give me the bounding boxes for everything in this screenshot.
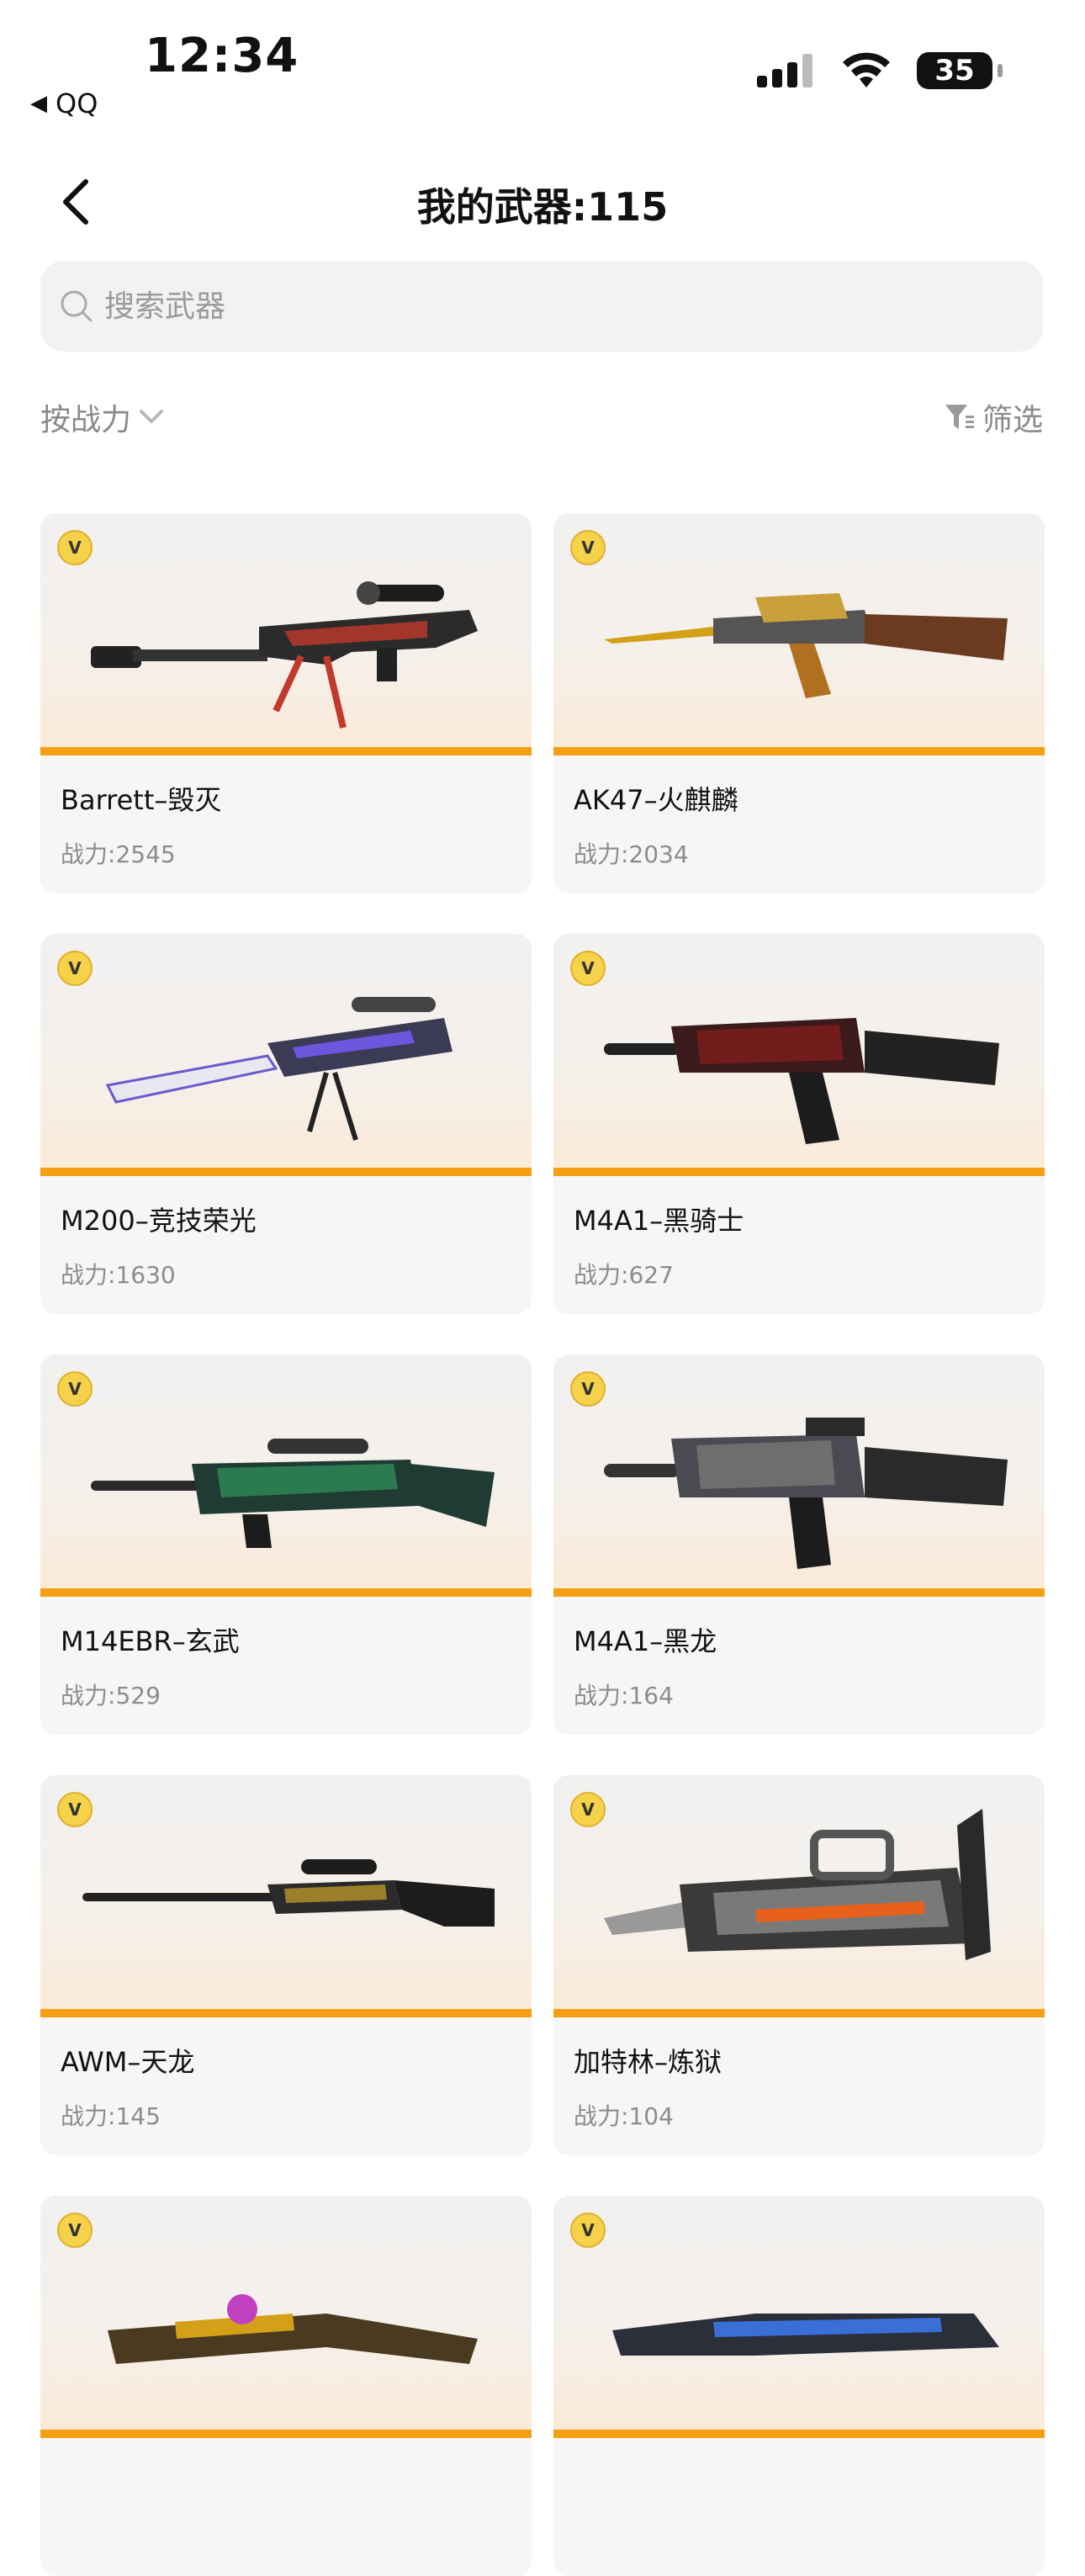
assault-rifle-image [604, 1418, 1008, 1569]
weapon-power: 战力:164 [574, 1682, 674, 1709]
weapon-image-area: V [40, 934, 532, 1176]
weapon-power: 战力:2545 [61, 840, 176, 868]
weapon-image-area: V [40, 1775, 532, 2017]
chevron-down-icon [140, 410, 164, 423]
weapon-name: Barrett–毁灭 [61, 784, 222, 816]
weapon-card[interactable]: V M200–竞技荣光 战力:1630 [40, 934, 532, 1314]
back-app-label: QQ [56, 87, 98, 119]
weapon-power: 战力:104 [574, 2102, 674, 2130]
weapon-card[interactable]: V [40, 2196, 532, 2576]
weapon-grid: V Barrett–毁灭 战力:2545 V AK47–火麒麟 战力:2034 … [40, 513, 1045, 2576]
weapon-name: M4A1–黑骑士 [574, 1205, 744, 1237]
weapon-image-area: V [553, 2196, 1045, 2438]
battery-level: 35 [934, 54, 975, 87]
status-indicators: 35 [757, 52, 1003, 89]
weapon-card[interactable]: V AK47–火麒麟 战力:2034 [553, 513, 1045, 893]
cellular-signal-icon [757, 54, 812, 87]
wifi-icon [843, 52, 890, 87]
weapon-power: 战力:627 [574, 1261, 674, 1289]
sniper-rifle-image [105, 997, 453, 1141]
weapon-image-area: V [40, 2196, 532, 2438]
weapon-image [108, 2294, 478, 2364]
gatling-gun-image [604, 1809, 991, 1960]
weapon-card[interactable]: V Barrett–毁灭 战力:2545 [40, 513, 532, 893]
weapon-image-area: V [553, 1354, 1045, 1597]
weapon-name: M14EBR–玄武 [61, 1625, 240, 1657]
weapon-name: 加特林–炼狱 [574, 2046, 722, 2078]
weapon-image [612, 2314, 999, 2356]
weapon-card[interactable]: V M4A1–黑骑士 战力:627 [553, 934, 1045, 1314]
weapon-card[interactable]: V 加特林–炼狱 战力:104 [553, 1775, 1045, 2155]
weapon-power: 战力:529 [61, 1682, 161, 1709]
weapon-image-area: V [40, 1354, 532, 1597]
assault-rifle-image [604, 1018, 999, 1144]
weapon-image-area: V [553, 513, 1045, 755]
search-bar[interactable] [40, 261, 1043, 352]
filter-label: 筛选 [982, 403, 1043, 437]
weapon-name: AWM–天龙 [61, 2046, 195, 2078]
battery-icon: 35 [917, 52, 1003, 89]
sniper-rifle-image [91, 581, 478, 729]
assault-rifle-image [604, 593, 1008, 698]
weapon-image-area: V [553, 1775, 1045, 2017]
weapon-image-area: V [553, 934, 1045, 1176]
search-input[interactable] [103, 288, 947, 325]
back-to-app-link[interactable]: ◀ QQ [30, 87, 98, 119]
filter-icon [945, 405, 974, 429]
weapon-card[interactable]: V AWM–天龙 战力:145 [40, 1775, 532, 2155]
sort-dropdown[interactable]: 按战力 [40, 395, 165, 439]
weapon-name: AK47–火麒麟 [574, 784, 738, 816]
weapon-card[interactable]: V [553, 2196, 1045, 2576]
page-title: 我的武器:115 [416, 184, 669, 230]
weapon-name: M200–竞技荣光 [61, 1205, 257, 1237]
status-time: 12:34 [145, 29, 299, 83]
sort-label: 按战力 [40, 403, 132, 437]
weapon-card[interactable]: V M4A1–黑龙 战力:164 [553, 1354, 1045, 1735]
weapon-power: 战力:145 [61, 2102, 161, 2130]
sniper-rifle-image [82, 1859, 495, 1927]
back-triangle-icon: ◀ [30, 91, 47, 116]
weapon-name: M4A1–黑龙 [574, 1625, 717, 1657]
weapon-card[interactable]: V M14EBR–玄武 战力:529 [40, 1354, 532, 1735]
weapon-power: 战力:1630 [61, 1261, 176, 1289]
weapon-image-area: V [40, 513, 532, 755]
weapon-power: 战力:2034 [574, 840, 689, 868]
filter-button[interactable]: 筛选 [944, 395, 1043, 439]
search-icon [61, 290, 93, 322]
rifle-image [91, 1439, 495, 1548]
